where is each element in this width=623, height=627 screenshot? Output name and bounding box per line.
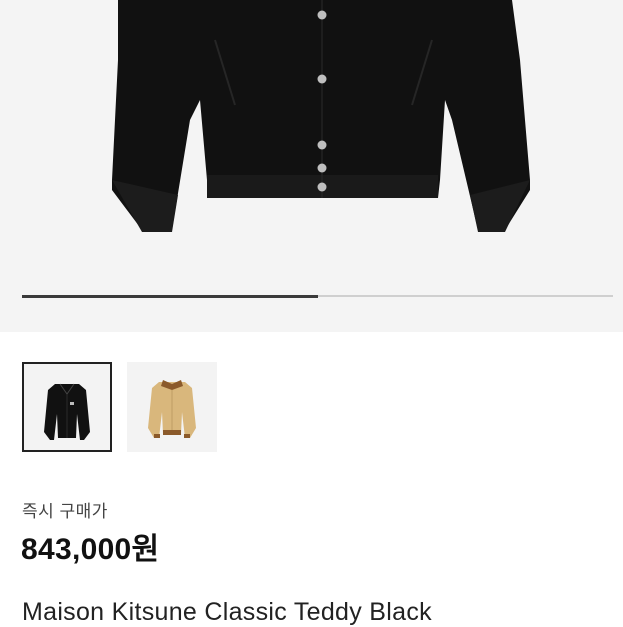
beige-jacket-icon: [127, 362, 217, 452]
instant-buy-price: 843,000원: [21, 533, 160, 566]
black-jacket-thumbnail[interactable]: [22, 362, 112, 452]
beige-jacket-thumbnail[interactable]: [127, 362, 217, 452]
carousel-progress-fill: [22, 294, 318, 298]
carousel-progress-bar: [22, 294, 613, 298]
black-jacket-icon: [24, 364, 110, 450]
instant-buy-price-label: 즉시 구매가: [22, 502, 108, 521]
black-teddy-jacket-image: [112, 0, 530, 232]
product-image-carousel[interactable]: [0, 0, 623, 332]
